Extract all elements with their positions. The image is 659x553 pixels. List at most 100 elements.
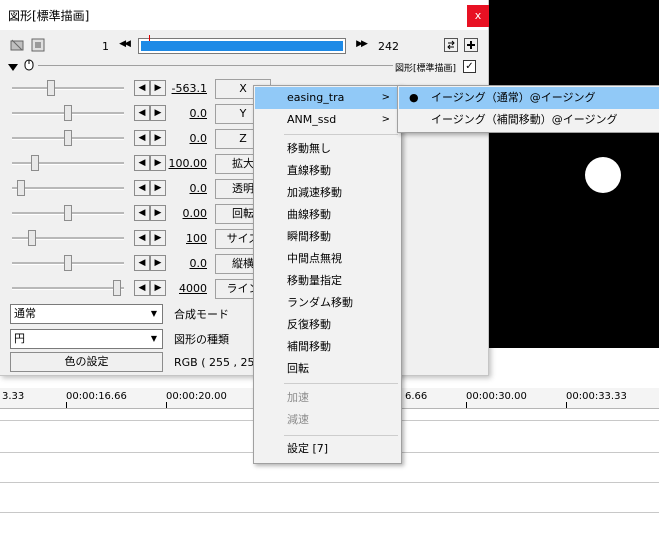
menu-item-label: easing_tra <box>287 91 345 104</box>
decrement-button[interactable]: ◀ <box>134 280 150 296</box>
close-button[interactable]: x <box>467 5 489 27</box>
param-slider-thumb[interactable] <box>113 280 121 296</box>
menu-item-move-mode[interactable]: ランダム移動 <box>255 292 400 314</box>
param-slider-thumb[interactable] <box>64 130 72 146</box>
time-tick <box>466 402 467 408</box>
menu-item-anm-ssd[interactable]: ANM_ssd > <box>255 109 400 131</box>
submenu-item-label: イージング（補間移動）@イージング <box>431 113 618 126</box>
param-slider-track[interactable] <box>12 87 124 90</box>
swap-icon[interactable] <box>444 38 458 52</box>
shape-type-label: 図形の種類 <box>174 333 229 346</box>
color-settings-button[interactable]: 色の設定 <box>10 352 163 372</box>
menu-item-easing-tra[interactable]: easing_tra > <box>255 87 400 109</box>
param-slider-thumb[interactable] <box>28 230 36 246</box>
menu-item-move-mode[interactable]: 補間移動 <box>255 336 400 358</box>
time-label: 00:00:30.00 <box>466 391 527 402</box>
menu-item-accelerate: 加速 <box>287 391 309 404</box>
decrement-button[interactable]: ◀ <box>134 180 150 196</box>
menu-item-move-mode[interactable]: 直線移動 <box>255 160 400 182</box>
menu-item-move-mode[interactable]: 移動量指定 <box>255 270 400 292</box>
next-frame-button[interactable]: ▶▶ <box>353 39 369 53</box>
param-value[interactable]: 0.0 <box>157 107 208 120</box>
easing-submenu: ● イージング（通常）@イージング イージング（補間移動）@イージング <box>397 85 659 133</box>
frame-seek-bar[interactable] <box>138 35 346 54</box>
param-slider-thumb[interactable] <box>64 205 72 221</box>
param-value[interactable]: -563.1 <box>157 82 207 95</box>
chevron-right-icon: > <box>381 114 390 125</box>
decrement-button[interactable]: ◀ <box>134 230 150 246</box>
time-tick <box>566 402 567 408</box>
easing-context-menu: easing_tra > ANM_ssd > 移動無し 直線移動 加減速移動 曲線移動 瞬間… <box>253 85 402 464</box>
param-value[interactable]: 4000 <box>157 282 207 295</box>
time-tick <box>166 402 167 408</box>
param-slider-thumb[interactable] <box>31 155 39 171</box>
start-frame: 1 <box>102 40 109 53</box>
param-slider-thumb[interactable] <box>64 105 72 121</box>
submenu-item-label: イージング（通常）@イージング <box>431 91 596 104</box>
param-value[interactable]: 100.00 <box>157 157 208 170</box>
decrement-button[interactable]: ◀ <box>134 105 150 121</box>
decrement-button[interactable]: ◀ <box>134 155 150 171</box>
param-value[interactable]: 100 <box>157 232 207 245</box>
camera-icon[interactable] <box>10 38 24 52</box>
circle-shape <box>585 157 621 193</box>
time-label: 00:00:16.66 <box>66 391 127 402</box>
time-label: 6.66 <box>405 391 428 402</box>
layer-row[interactable] <box>0 512 659 513</box>
shape-type-select[interactable]: 円 ▼ <box>10 329 163 349</box>
menu-item-decelerate: 減速 <box>287 413 309 426</box>
param-value[interactable]: 0.0 <box>157 257 208 270</box>
menu-separator <box>284 134 398 135</box>
fixed-size-icon[interactable] <box>31 38 45 52</box>
end-frame: 242 <box>378 40 399 53</box>
chevron-right-icon: > <box>381 92 390 103</box>
param-slider-thumb[interactable] <box>47 80 55 96</box>
preview-canvas[interactable] <box>488 0 659 348</box>
param-slider-track[interactable] <box>12 287 124 290</box>
menu-item-label: ANM_ssd <box>287 113 337 126</box>
blend-mode-label: 合成モード <box>174 308 229 321</box>
decrement-button[interactable]: ◀ <box>134 130 150 146</box>
object-settings-dialog: 図形[標準描画] x 1 ◀◀ ▶▶ 242 図形[標準描画] ✓ ◀ ▶ -563… <box>0 0 489 376</box>
submenu-item-easing-normal[interactable]: ● イージング（通常）@イージング <box>399 87 659 109</box>
time-label: 00:00:20.00 <box>166 391 227 402</box>
chevron-down-icon: ▼ <box>150 334 158 343</box>
time-label: 00:00:33.33 <box>566 391 627 402</box>
add-filter-icon[interactable] <box>464 38 478 52</box>
param-slider-track[interactable] <box>12 162 124 165</box>
menu-item-move-mode[interactable]: 瞬間移動 <box>255 226 400 248</box>
decrement-button[interactable]: ◀ <box>134 80 150 96</box>
filter-enable-checkbox[interactable]: ✓ <box>463 60 476 73</box>
param-slider-thumb[interactable] <box>17 180 25 196</box>
playhead-marker <box>149 35 150 41</box>
param-slider-thumb[interactable] <box>64 255 72 271</box>
param-value[interactable]: 0.0 <box>157 132 208 145</box>
submenu-item-easing-interp[interactable]: イージング（補間移動）@イージング <box>399 109 659 131</box>
header-divider <box>38 65 393 66</box>
param-value[interactable]: 0.0 <box>157 182 208 195</box>
blend-mode-select[interactable]: 通常 ▼ <box>10 304 163 324</box>
collapse-triangle-icon[interactable] <box>8 62 18 71</box>
window-title: 図形[標準描画] <box>8 9 90 23</box>
decrement-button[interactable]: ◀ <box>134 205 150 221</box>
rgb-value: RGB ( 255 , 255 <box>174 356 262 369</box>
mouse-icon <box>24 59 34 71</box>
time-label: 3.33 <box>2 391 25 402</box>
menu-item-move-mode[interactable]: 中間点無視 <box>255 248 400 270</box>
menu-item-move-mode[interactable]: 反復移動 <box>255 314 400 336</box>
menu-item-move-mode[interactable]: 加減速移動 <box>255 182 400 204</box>
menu-item-move-mode[interactable]: 移動無し <box>255 138 400 160</box>
shape-type-value: 円 <box>14 332 25 345</box>
param-slider-track[interactable] <box>12 187 124 190</box>
blend-mode-value: 通常 <box>14 307 36 320</box>
menu-item-move-mode[interactable]: 曲線移動 <box>255 204 400 226</box>
filter-name: 図形[標準描画] <box>395 64 457 74</box>
param-value[interactable]: 0.00 <box>157 207 208 220</box>
decrement-button[interactable]: ◀ <box>134 255 150 271</box>
checked-bullet-icon: ● <box>409 91 419 104</box>
menu-separator <box>284 435 398 436</box>
prev-frame-button[interactable]: ◀◀ <box>116 39 132 53</box>
menu-item-move-mode[interactable]: 回転 <box>255 358 400 380</box>
menu-item-settings[interactable]: 設定 [7] <box>255 438 400 460</box>
layer-row[interactable] <box>0 482 659 483</box>
